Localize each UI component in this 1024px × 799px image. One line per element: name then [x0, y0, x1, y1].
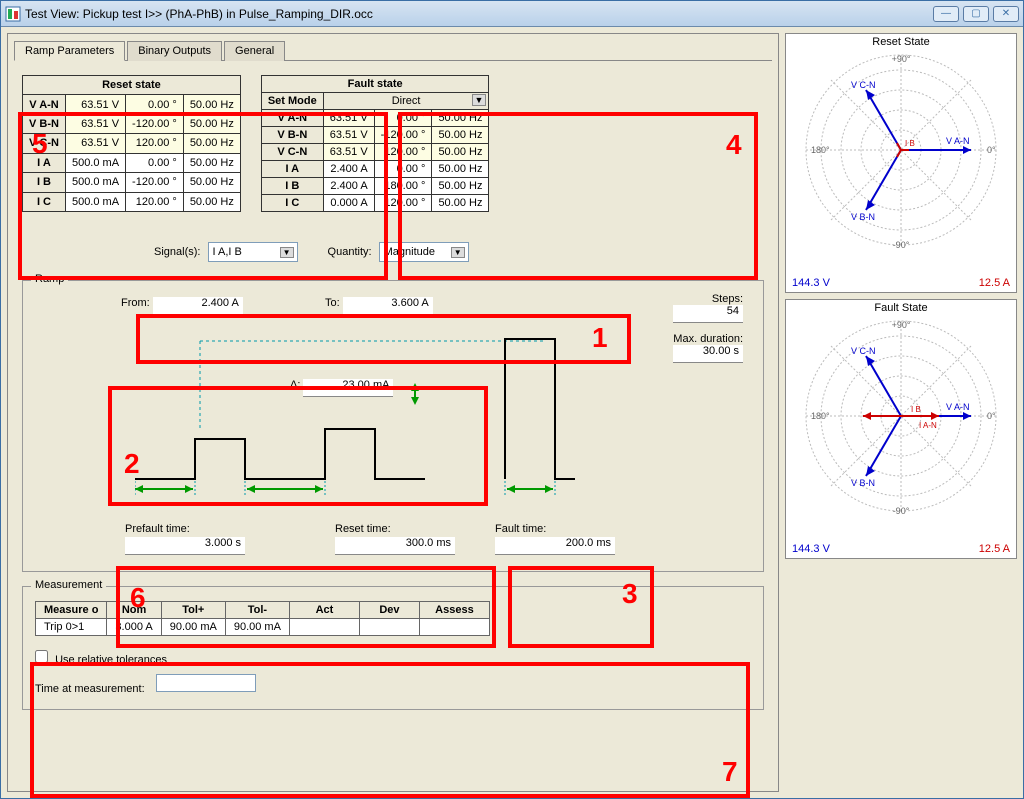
quantity-dropdown[interactable]: Magnitude [379, 242, 469, 262]
svg-text:V C-N: V C-N [851, 80, 876, 90]
svg-text:-90°: -90° [893, 506, 910, 516]
reset-amp-readout: 12.5 A [979, 277, 1010, 289]
callout-7: 7 [722, 756, 738, 788]
reset-volt-readout: 144.3 V [792, 277, 830, 289]
svg-text:I B: I B [911, 405, 921, 414]
faulttime-label: Fault time: [495, 523, 625, 535]
svg-text:0°: 0° [987, 145, 996, 155]
phasor-reset: Reset State +90° -90° 180° 0° [785, 33, 1017, 293]
app-icon [5, 6, 21, 22]
svg-text:V A-N: V A-N [946, 402, 970, 412]
titlebar: Test View: Pickup test I>> (PhA-PhB) in … [1, 1, 1023, 27]
minimize-button[interactable]: — [933, 6, 959, 22]
resettime-label: Reset time: [335, 523, 465, 535]
signal-label: Signal(s): [154, 246, 200, 258]
callout-3: 3 [622, 578, 638, 610]
set-mode-dropdown[interactable]: Direct▼ [323, 93, 489, 110]
window-buttons: — ▢ ✕ [933, 6, 1019, 22]
reset-state-table: Reset state V A-N63.51 V0.00 °50.00 Hz V… [22, 75, 241, 212]
time-at-measurement-input[interactable] [156, 674, 256, 692]
time-at-measurement-label: Time at measurement: [35, 683, 145, 695]
measurement-row[interactable]: Trip 0>1 3.000 A 90.00 mA 90.00 mA [36, 619, 490, 636]
svg-text:180°: 180° [811, 145, 830, 155]
measurement-table: Measure o Nom Tol+ Tol- Act Dev Assess T… [35, 601, 490, 636]
use-relative-tolerances-checkbox[interactable] [35, 650, 48, 663]
use-rel-tol-label: Use relative tolerances [55, 654, 167, 666]
reset-state-header: Reset state [23, 76, 241, 95]
window-title: Test View: Pickup test I>> (PhA-PhB) in … [25, 7, 933, 21]
fault-state-table: Fault state Set ModeDirect▼ V A-N63.51 V… [261, 75, 490, 212]
tab-binary-outputs[interactable]: Binary Outputs [127, 41, 222, 61]
svg-text:0°: 0° [987, 411, 996, 421]
from-label: From: [121, 297, 150, 309]
ramp-diagram [135, 329, 575, 499]
svg-text:180°: 180° [811, 411, 830, 421]
svg-text:V B-N: V B-N [851, 478, 875, 488]
svg-text:V A-N: V A-N [946, 136, 970, 146]
callout-6: 6 [130, 582, 146, 614]
svg-text:+90°: +90° [892, 320, 911, 330]
resettime-input[interactable]: 300.0 ms [335, 537, 455, 555]
phasor-fault: Fault State +90° -90° 180° 0° [785, 299, 1017, 559]
callout-4: 4 [726, 129, 742, 161]
to-input[interactable]: 3.600 A [343, 297, 433, 315]
maxdur-value: 30.00 s [673, 345, 743, 363]
main-panel: Ramp Parameters Binary Outputs General R… [7, 33, 779, 792]
svg-text:I B: I B [905, 139, 915, 148]
svg-text:V B-N: V B-N [851, 212, 875, 222]
prefault-label: Prefault time: [125, 523, 255, 535]
steps-label: Steps: [712, 293, 743, 305]
close-button[interactable]: ✕ [993, 6, 1019, 22]
to-label: To: [325, 297, 340, 309]
ramp-fieldset: Ramp From: 2.400 A To: 3.600 A Δ: 23.00 … [22, 280, 764, 572]
tab-ramp-parameters[interactable]: Ramp Parameters [14, 41, 125, 61]
svg-text:V C-N: V C-N [851, 346, 876, 356]
callout-1: 1 [592, 322, 608, 354]
fault-amp-readout: 12.5 A [979, 543, 1010, 555]
steps-value: 54 [673, 305, 743, 323]
fault-volt-readout: 144.3 V [792, 543, 830, 555]
quantity-label: Quantity: [328, 246, 372, 258]
svg-text:-90°: -90° [893, 240, 910, 250]
callout-2: 2 [124, 448, 140, 480]
maximize-button[interactable]: ▢ [963, 6, 989, 22]
svg-text:+90°: +90° [892, 54, 911, 64]
maxdur-label: Max. duration: [673, 333, 743, 345]
fault-state-header: Fault state [261, 76, 489, 93]
tab-general[interactable]: General [224, 41, 285, 61]
callout-5: 5 [32, 128, 48, 160]
from-input[interactable]: 2.400 A [153, 297, 243, 315]
signal-dropdown[interactable]: I A,I B [208, 242, 298, 262]
prefault-input[interactable]: 3.000 s [125, 537, 245, 555]
svg-text:I A-N: I A-N [919, 421, 937, 430]
faulttime-input[interactable]: 200.0 ms [495, 537, 615, 555]
